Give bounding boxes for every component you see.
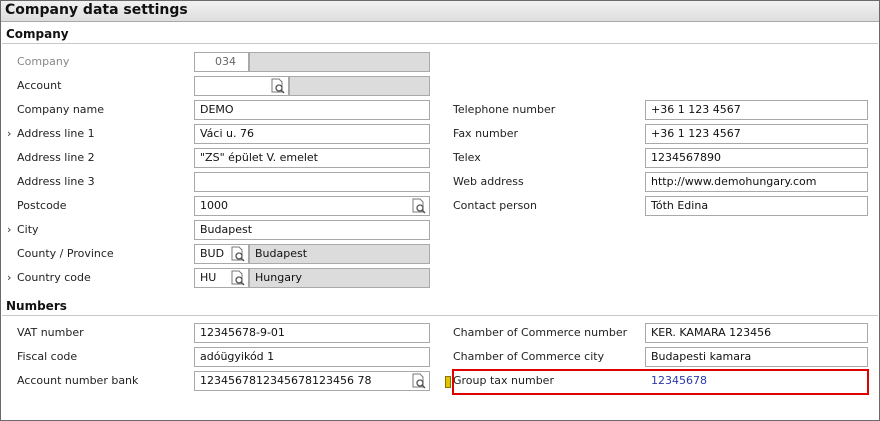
address-line-3-label: Address line 3 bbox=[17, 175, 95, 188]
fiscal-code-label: Fiscal code bbox=[17, 350, 78, 363]
county-province-label: County / Province bbox=[17, 247, 114, 260]
account-number-bank-field[interactable]: 1234567812345678123456 78 bbox=[194, 371, 430, 391]
telex-field[interactable]: 1234567890 bbox=[645, 148, 868, 168]
web-address-field[interactable]: http://www.demohungary.com bbox=[645, 172, 868, 192]
address-line-1-label: Address line 1 bbox=[17, 127, 95, 140]
title-bar: Company data settings bbox=[1, 1, 879, 22]
city-field[interactable]: Budapest bbox=[194, 220, 430, 240]
section-company-title: Company bbox=[6, 27, 69, 41]
postcode-label: Postcode bbox=[17, 199, 67, 212]
field-marker-icon bbox=[445, 376, 451, 388]
address-line-2-label: Address line 2 bbox=[17, 151, 95, 164]
lookup-icon[interactable] bbox=[411, 198, 427, 214]
company-description-field bbox=[249, 52, 430, 72]
address-line-2-field[interactable]: "ZS" épület V. emelet bbox=[194, 148, 430, 168]
fiscal-code-field[interactable]: adóügyikód 1 bbox=[194, 347, 430, 367]
company-field[interactable]: 034 bbox=[194, 52, 249, 72]
account-number-bank-label: Account number bank bbox=[17, 374, 139, 387]
country-code-label: Country code bbox=[17, 271, 91, 284]
section-numbers-title: Numbers bbox=[6, 299, 67, 313]
section-numbers: Numbers bbox=[2, 297, 878, 316]
fax-label: Fax number bbox=[453, 127, 518, 140]
country-name-field: Hungary bbox=[249, 268, 430, 288]
company-name-label: Company name bbox=[17, 103, 105, 116]
city-label: City bbox=[17, 223, 39, 236]
lookup-icon[interactable] bbox=[230, 246, 246, 262]
county-name-field: Budapest bbox=[249, 244, 430, 264]
vat-number-field[interactable]: 12345678-9-01 bbox=[194, 323, 430, 343]
chamber-of-commerce-number-field[interactable]: KER. KAMARA 123456 bbox=[645, 323, 868, 343]
telephone-label: Telephone number bbox=[453, 103, 556, 116]
chevron-right-icon[interactable]: › bbox=[7, 223, 11, 236]
lookup-icon[interactable] bbox=[230, 270, 246, 286]
chamber-of-commerce-city-label: Chamber of Commerce city bbox=[453, 350, 605, 363]
chevron-right-icon[interactable]: › bbox=[7, 127, 11, 140]
chamber-of-commerce-city-field[interactable]: Budapesti kamara bbox=[645, 347, 868, 367]
chamber-of-commerce-number-label: Chamber of Commerce number bbox=[453, 326, 628, 339]
address-line-3-field[interactable] bbox=[194, 172, 430, 192]
contact-person-label: Contact person bbox=[453, 199, 537, 212]
lookup-icon[interactable] bbox=[411, 373, 427, 389]
web-address-label: Web address bbox=[453, 175, 524, 188]
telex-label: Telex bbox=[453, 151, 481, 164]
address-line-1-field[interactable]: Váci u. 76 bbox=[194, 124, 430, 144]
highlight-box bbox=[452, 369, 869, 395]
chevron-right-icon[interactable]: › bbox=[7, 271, 11, 284]
account-label: Account bbox=[17, 79, 62, 92]
lookup-icon[interactable] bbox=[270, 78, 286, 94]
telephone-field[interactable]: +36 1 123 4567 bbox=[645, 100, 868, 120]
account-description-field bbox=[289, 76, 430, 96]
fax-field[interactable]: +36 1 123 4567 bbox=[645, 124, 868, 144]
contact-person-field[interactable]: Tóth Edina bbox=[645, 196, 868, 216]
vat-number-label: VAT number bbox=[17, 326, 84, 339]
window-title: Company data settings bbox=[5, 2, 188, 18]
company-label: Company bbox=[17, 55, 70, 68]
postcode-field[interactable]: 1000 bbox=[194, 196, 430, 216]
section-company: Company bbox=[2, 25, 878, 44]
settings-window: Company data settings Company Company Ac… bbox=[0, 0, 880, 421]
company-name-field[interactable]: DEMO bbox=[194, 100, 430, 120]
